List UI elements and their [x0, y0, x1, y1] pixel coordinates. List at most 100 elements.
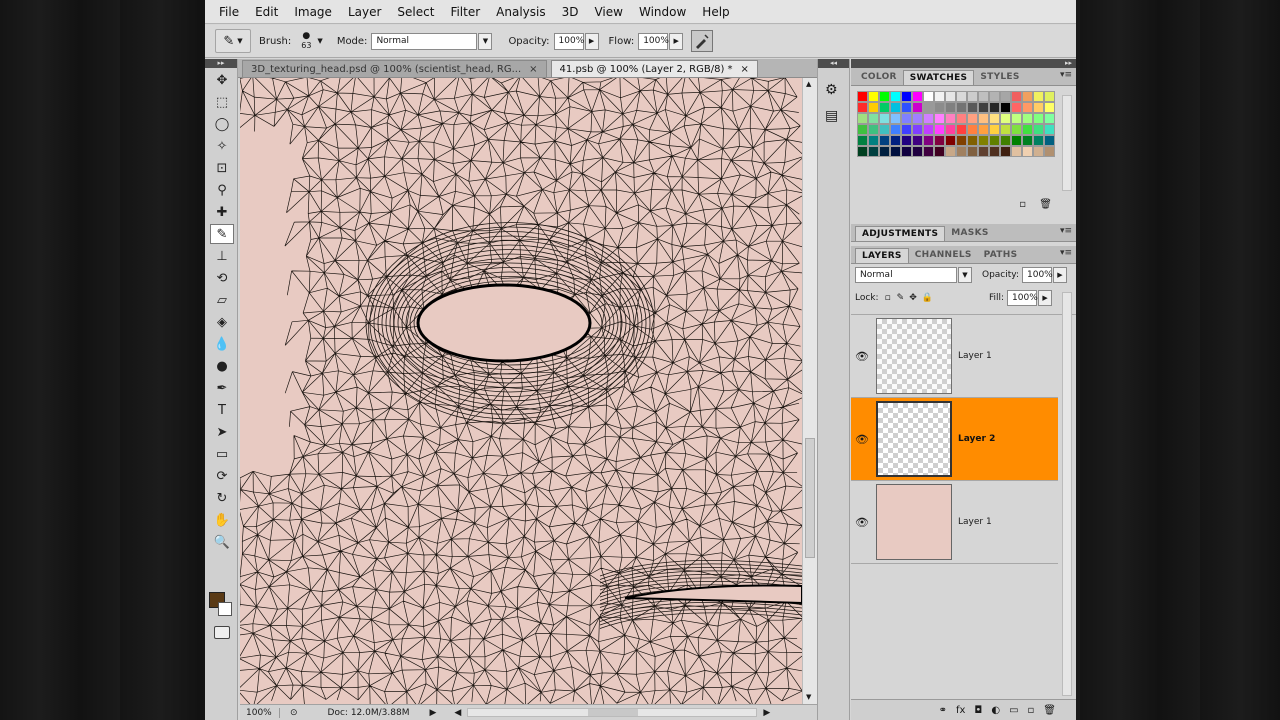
paint-bucket-tool-icon[interactable]: ◈: [210, 312, 234, 332]
color-swatch[interactable]: [989, 124, 1000, 135]
color-swatch[interactable]: [1011, 113, 1022, 124]
color-swatch[interactable]: [934, 146, 945, 157]
color-swatch[interactable]: [1000, 124, 1011, 135]
horizontal-scrollbar[interactable]: [467, 708, 758, 717]
adjustment-layer-icon[interactable]: ◐: [991, 705, 1000, 716]
color-swatch[interactable]: [1033, 113, 1044, 124]
eyedropper-tool-icon[interactable]: ⚲: [210, 180, 234, 200]
mode-select[interactable]: Normal: [371, 32, 478, 50]
color-swatch[interactable]: [879, 124, 890, 135]
quick-mask-icon[interactable]: [214, 626, 230, 639]
color-swatch[interactable]: [978, 135, 989, 146]
color-swatch[interactable]: [868, 113, 879, 124]
zoom-level[interactable]: 100%: [240, 707, 280, 718]
color-swatch[interactable]: [956, 102, 967, 113]
menu-layer[interactable]: Layer: [340, 5, 389, 19]
visibility-eye-icon[interactable]: 👁: [851, 350, 873, 363]
collapse-panels-icon[interactable]: ▸▸: [851, 59, 1076, 68]
scroll-thumb[interactable]: [805, 438, 815, 558]
color-swatch[interactable]: [1022, 91, 1033, 102]
layer-name[interactable]: Layer 2: [958, 434, 995, 444]
color-swatch[interactable]: [956, 124, 967, 135]
lock-pixels-icon[interactable]: ✎: [897, 293, 905, 303]
lock-position-icon[interactable]: ✥: [909, 293, 917, 303]
color-swatch[interactable]: [879, 135, 890, 146]
color-swatch[interactable]: [1022, 124, 1033, 135]
color-swatch[interactable]: [978, 146, 989, 157]
color-swatch[interactable]: [890, 124, 901, 135]
color-swatch[interactable]: [967, 124, 978, 135]
menu-window[interactable]: Window: [631, 5, 694, 19]
color-swatch[interactable]: [912, 135, 923, 146]
crop-tool-icon[interactable]: ⊡: [210, 158, 234, 178]
delete-layer-icon[interactable]: 🗑: [1043, 705, 1056, 716]
color-swatch[interactable]: [967, 135, 978, 146]
layer-opacity-field[interactable]: 100%: [1022, 267, 1053, 283]
color-swatch[interactable]: [857, 135, 868, 146]
h-scroll-thumb[interactable]: [588, 709, 639, 716]
tab-swatches[interactable]: SWATCHES: [902, 70, 975, 85]
clone-stamp-tool-icon[interactable]: ⊥: [210, 246, 234, 266]
tool-preset-picker[interactable]: ✎ ▼: [215, 29, 251, 53]
color-swatch[interactable]: [989, 102, 1000, 113]
color-swatch[interactable]: [1000, 113, 1011, 124]
add-mask-icon[interactable]: ◘: [974, 705, 982, 716]
color-swatch[interactable]: [945, 102, 956, 113]
expand-panels-icon[interactable]: ◂◂: [818, 59, 849, 68]
color-swatch[interactable]: [890, 102, 901, 113]
color-swatch[interactable]: [868, 91, 879, 102]
color-swatch[interactable]: [1000, 102, 1011, 113]
mode-dropdown-icon[interactable]: ▼: [478, 32, 493, 50]
flow-field[interactable]: 100%: [638, 32, 669, 50]
color-swatch[interactable]: [923, 113, 934, 124]
color-swatch[interactable]: [857, 91, 868, 102]
status-arrow-icon[interactable]: ▶: [429, 708, 436, 718]
layer-style-icon[interactable]: fx: [956, 705, 965, 716]
link-layers-icon[interactable]: ⚭: [939, 705, 947, 716]
color-swatch[interactable]: [967, 113, 978, 124]
color-swatch[interactable]: [1033, 102, 1044, 113]
color-swatch[interactable]: [868, 102, 879, 113]
flow-slider-icon[interactable]: ▶: [669, 32, 684, 50]
color-swatch[interactable]: [868, 146, 879, 157]
move-tool-icon[interactable]: ✥: [210, 70, 234, 90]
status-menu-icon[interactable]: ⊙: [290, 708, 298, 718]
blend-mode-dropdown-icon[interactable]: ▼: [958, 267, 972, 283]
color-swatch[interactable]: [857, 146, 868, 157]
color-swatch[interactable]: [1033, 91, 1044, 102]
pen-tool-icon[interactable]: ✒: [210, 378, 234, 398]
color-swatch[interactable]: [868, 135, 879, 146]
color-swatch[interactable]: [945, 124, 956, 135]
color-swatch[interactable]: [1022, 135, 1033, 146]
color-swatch[interactable]: [923, 91, 934, 102]
color-swatch[interactable]: [967, 102, 978, 113]
brush-tool-icon[interactable]: ✎: [210, 224, 234, 244]
tab-channels[interactable]: CHANNELS: [909, 248, 978, 263]
menu-image[interactable]: Image: [286, 5, 340, 19]
color-swatch[interactable]: [912, 124, 923, 135]
color-swatch[interactable]: [956, 135, 967, 146]
color-swatch[interactable]: [934, 113, 945, 124]
layer-row[interactable]: 👁 Layer 1: [851, 315, 1058, 398]
lock-all-icon[interactable]: 🔒: [922, 293, 933, 303]
color-swatch[interactable]: [989, 135, 1000, 146]
layers-scrollbar[interactable]: [1062, 292, 1072, 696]
color-swatch[interactable]: [923, 135, 934, 146]
color-swatch[interactable]: [967, 91, 978, 102]
history-brush-tool-icon[interactable]: ⟲: [210, 268, 234, 288]
color-swatch[interactable]: [890, 135, 901, 146]
color-swatch[interactable]: [1044, 91, 1055, 102]
color-swatch[interactable]: [890, 113, 901, 124]
color-swatch[interactable]: [989, 113, 1000, 124]
layer-row[interactable]: 👁 Layer 1: [851, 481, 1058, 564]
panel-menu-icon[interactable]: ▾≡: [1060, 70, 1072, 80]
panel-menu-icon[interactable]: ▾≡: [1060, 226, 1072, 236]
color-swatch[interactable]: [945, 113, 956, 124]
color-swatch[interactable]: [1044, 124, 1055, 135]
tab-styles[interactable]: STYLES: [974, 70, 1025, 85]
color-swatch[interactable]: [934, 91, 945, 102]
new-swatch-icon[interactable]: ▫: [1019, 199, 1026, 210]
color-swatch[interactable]: [989, 146, 1000, 157]
color-swatch[interactable]: [1044, 102, 1055, 113]
color-swatch[interactable]: [1011, 135, 1022, 146]
